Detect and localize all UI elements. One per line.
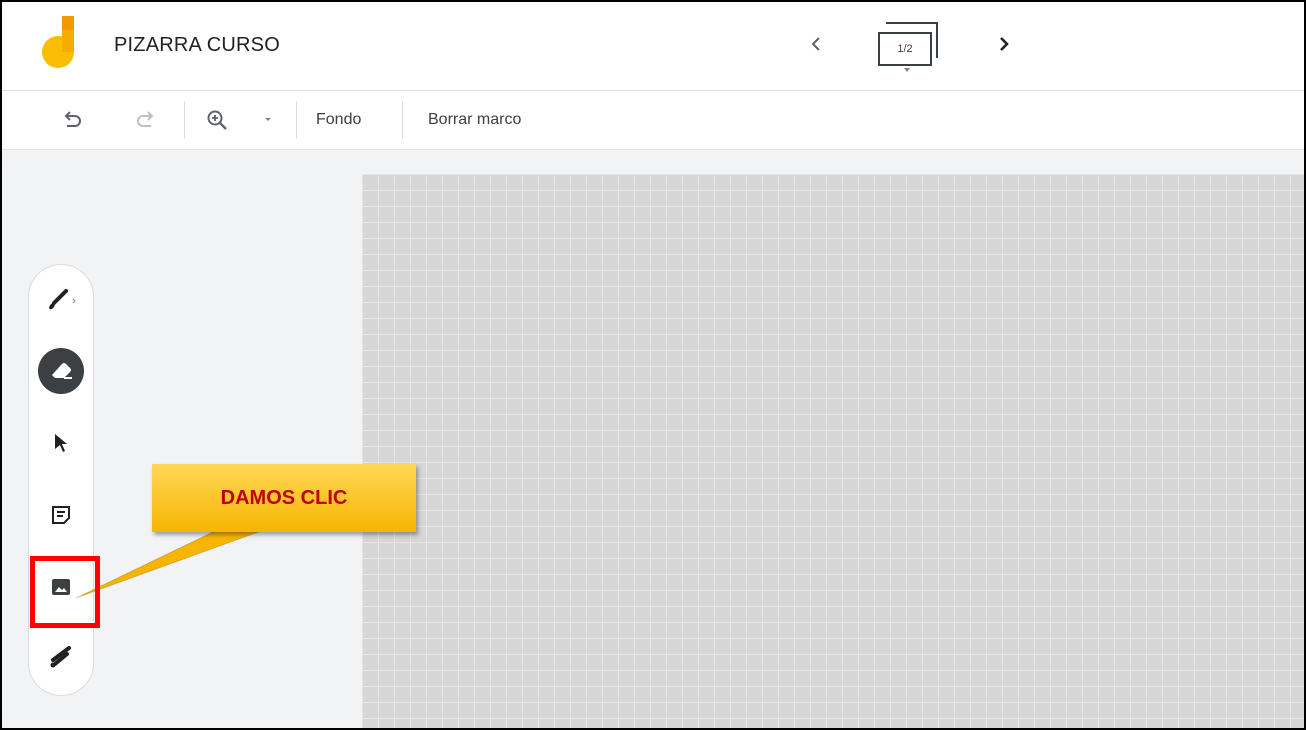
laser-tool-button[interactable] bbox=[37, 633, 85, 681]
whiteboard-canvas[interactable] bbox=[362, 174, 1304, 728]
chevron-right-icon bbox=[1000, 37, 1009, 51]
caret-down-icon bbox=[904, 68, 910, 72]
laser-icon bbox=[50, 646, 71, 668]
frame-bar-toggle[interactable]: 1/2 bbox=[872, 20, 944, 74]
chevron-left-icon bbox=[811, 37, 820, 51]
previous-frame-button[interactable] bbox=[802, 30, 830, 58]
highlight-box bbox=[30, 556, 100, 628]
frame-counter: 1/2 bbox=[878, 32, 932, 66]
next-frame-button[interactable] bbox=[990, 30, 1018, 58]
callout-label: DAMOS CLIC bbox=[152, 464, 416, 532]
clear-frame-button[interactable]: Borrar marco bbox=[428, 106, 521, 134]
app-window: PIZARRA CURSO 1/2 Fondo Borrar marco DAM… bbox=[0, 0, 1306, 730]
